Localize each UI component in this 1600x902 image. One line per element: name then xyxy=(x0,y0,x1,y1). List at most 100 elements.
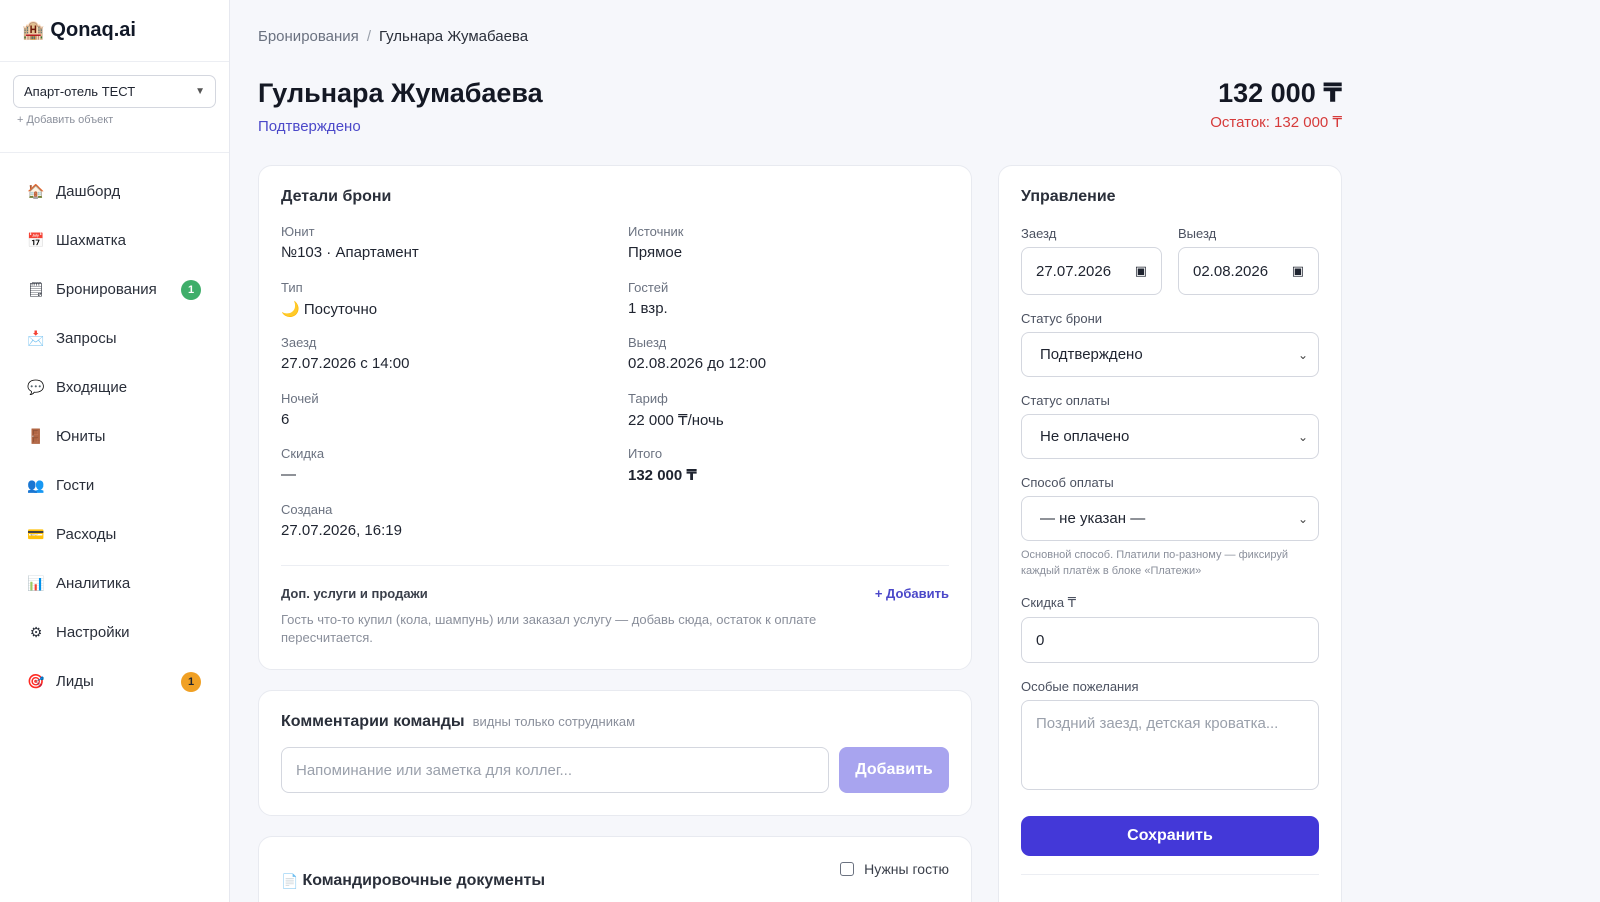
calendar-icon[interactable]: ▣ xyxy=(1292,263,1304,279)
field-label: Тариф xyxy=(628,390,668,406)
sidebar-item-label: Настройки xyxy=(56,624,130,641)
divider xyxy=(281,565,949,566)
checkin-date-input[interactable]: 27.07.2026 ▣ xyxy=(1021,247,1162,295)
management-card: Управление Заезд 27.07.2026 ▣ Выезд 02.0… xyxy=(998,165,1342,902)
checkout-group: Выезд 02.08.2026 ▣ xyxy=(1178,226,1319,295)
field-label: Итого xyxy=(628,446,663,461)
checkin-label: Заезд xyxy=(1021,226,1057,241)
booking-status-label: Подтверждено xyxy=(258,118,361,135)
field-label: Гостей xyxy=(628,279,669,295)
field-value: Прямое xyxy=(628,244,683,261)
sidebar-item-units[interactable]: 🚪 Юниты xyxy=(0,412,229,461)
field-type: Тип 🌙 Посуточно xyxy=(281,280,628,336)
documents-title-row: 📄 Командировочные документы xyxy=(281,859,545,902)
brand-logo[interactable]: 🏨 Qonaq.ai xyxy=(0,0,229,62)
checkout-label: Выезд xyxy=(1178,226,1217,241)
guest-needs-docs-checkbox[interactable] xyxy=(840,862,855,876)
payment-status-group: Статус оплаты Не оплачено ⌄ xyxy=(1021,393,1319,459)
booking-details-card: Детали брони Юнит №103 · Апартамент Исто… xyxy=(258,165,972,670)
booking-details-title: Детали брони xyxy=(281,188,392,205)
field-label: Тип xyxy=(281,279,303,295)
sidebar-item-leads[interactable]: 🎯 Лиды 1 xyxy=(0,657,229,706)
home-icon: 🏠 xyxy=(27,183,45,199)
comments-title: Комментарии команды xyxy=(281,713,465,730)
comments-input-row: Добавить xyxy=(281,747,949,793)
sidebar-item-settings[interactable]: ⚙ Настройки xyxy=(0,608,229,657)
sidebar-item-analytics[interactable]: 📊 Аналитика xyxy=(0,559,229,608)
add-extra-button[interactable]: + Добавить xyxy=(875,586,949,601)
payment-status-select[interactable]: Не оплачено ⌄ xyxy=(1021,414,1319,459)
brand-name: Qonaq.ai xyxy=(50,19,136,41)
comments-header: Комментарии команды видны только сотрудн… xyxy=(281,713,949,731)
chat-bubble-icon: 💬 xyxy=(27,379,45,395)
page-title: Гульнара Жумабаева xyxy=(258,78,543,108)
guest-needs-docs-toggle[interactable]: Нужны гостю xyxy=(840,859,949,879)
field-total: Итого 132 000 ₸ xyxy=(628,446,928,502)
chevron-down-icon: ⌄ xyxy=(1297,347,1308,362)
sidebar-item-dashboard[interactable]: 🏠 Дашборд xyxy=(0,167,229,216)
extras-title: Доп. услуги и продажи xyxy=(281,586,428,601)
field-rate: Тариф 22 000 ₸/ночь xyxy=(628,391,928,447)
payment-status-value: Не оплачено xyxy=(1040,428,1130,445)
field-nights: Ночей 6 xyxy=(281,391,628,447)
documents-title: Командировочные документы xyxy=(302,872,545,889)
wishes-textarea[interactable]: Поздний заезд, детская кроватка... xyxy=(1021,700,1319,790)
field-value: 1 взр. xyxy=(628,299,668,317)
sidebar-item-label: Шахматка xyxy=(56,232,127,249)
add-object-link[interactable]: + Добавить объект xyxy=(13,114,216,126)
booking-status-group: Статус брони Подтверждено ⌄ xyxy=(1021,311,1319,377)
wishes-placeholder: Поздний заезд, детская кроватка... xyxy=(1036,715,1279,732)
document-icon: 📄 xyxy=(281,872,299,889)
field-value: 132 000 ₸ xyxy=(628,467,697,484)
comment-input[interactable] xyxy=(281,747,829,793)
team-comments-card: Комментарии команды видны только сотрудн… xyxy=(258,690,972,816)
property-block: Апарт-отель ТЕСТ ▼ + Добавить объект xyxy=(0,62,229,153)
travel-documents-card: 📄 Командировочные документы Нужны гостю xyxy=(258,836,972,902)
sidebar-item-bookings[interactable]: 🗒 Бронирования 1 xyxy=(0,265,229,314)
field-unit: Юнит №103 · Апартамент xyxy=(281,224,628,280)
extras-hint: Гость что-то купил (кола, шампунь) или з… xyxy=(281,612,817,645)
field-checkin: Заезд 27.07.2026 с 14:00 xyxy=(281,335,628,391)
calendar-icon[interactable]: ▣ xyxy=(1135,263,1147,279)
payment-method-group: Способ оплаты — не указан — ⌄ Основной с… xyxy=(1021,475,1319,579)
save-button[interactable]: Сохранить xyxy=(1021,816,1319,856)
checkout-date-input[interactable]: 02.08.2026 ▣ xyxy=(1178,247,1319,295)
discount-input[interactable]: 0 xyxy=(1021,617,1319,663)
target-icon: 🎯 xyxy=(27,673,45,689)
sidebar-item-requests[interactable]: 📩 Запросы xyxy=(0,314,229,363)
remaining-amount: Остаток: 132 000 ₸ xyxy=(1210,114,1342,131)
notepad-icon: 🗒 xyxy=(27,281,45,297)
dates-row: Заезд 27.07.2026 ▣ Выезд 02.08.2026 ▣ xyxy=(1021,226,1319,295)
field-value: 02.08.2026 до 12:00 xyxy=(628,355,767,372)
property-select[interactable]: Апарт-отель ТЕСТ ▼ xyxy=(13,75,216,108)
field-value: — xyxy=(281,466,296,483)
field-value: №103 · Апартамент xyxy=(281,244,419,261)
sidebar-item-guests[interactable]: 👥 Гости xyxy=(0,461,229,510)
breadcrumb-bookings-link[interactable]: Бронирования xyxy=(258,28,359,45)
calendar-icon: 📅 xyxy=(27,232,45,248)
payment-method-label: Способ оплаты xyxy=(1021,475,1114,490)
sidebar-item-label: Юниты xyxy=(56,428,106,445)
booking-status-select[interactable]: Подтверждено ⌄ xyxy=(1021,332,1319,377)
breadcrumb-separator: / xyxy=(366,28,371,45)
wishes-label: Особые пожелания xyxy=(1021,679,1139,694)
chevron-down-icon: ⌄ xyxy=(1297,511,1308,526)
people-icon: 👥 xyxy=(27,477,45,493)
add-comment-button[interactable]: Добавить xyxy=(839,747,949,793)
sidebar-item-chessboard[interactable]: 📅 Шахматка xyxy=(0,216,229,265)
management-title: Управление xyxy=(1021,188,1116,205)
sidebar-item-expenses[interactable]: 💳 Расходы xyxy=(0,510,229,559)
field-label: Скидка xyxy=(281,446,325,461)
bar-chart-icon: 📊 xyxy=(27,575,45,591)
envelope-icon: 📩 xyxy=(27,330,45,346)
checkin-group: Заезд 27.07.2026 ▣ xyxy=(1021,226,1162,295)
checkout-date-value: 02.08.2026 xyxy=(1193,262,1269,280)
payment-method-select[interactable]: — не указан — ⌄ xyxy=(1021,496,1319,541)
comments-subtitle: видны только сотрудникам xyxy=(472,714,636,729)
sidebar-item-inbox[interactable]: 💬 Входящие xyxy=(0,363,229,412)
door-icon: 🚪 xyxy=(27,428,45,444)
bookings-count-badge: 1 xyxy=(181,279,201,300)
field-label: Ночей xyxy=(281,390,319,406)
sidebar-item-label: Входящие xyxy=(56,379,128,396)
sidebar-item-label: Запросы xyxy=(56,330,117,347)
